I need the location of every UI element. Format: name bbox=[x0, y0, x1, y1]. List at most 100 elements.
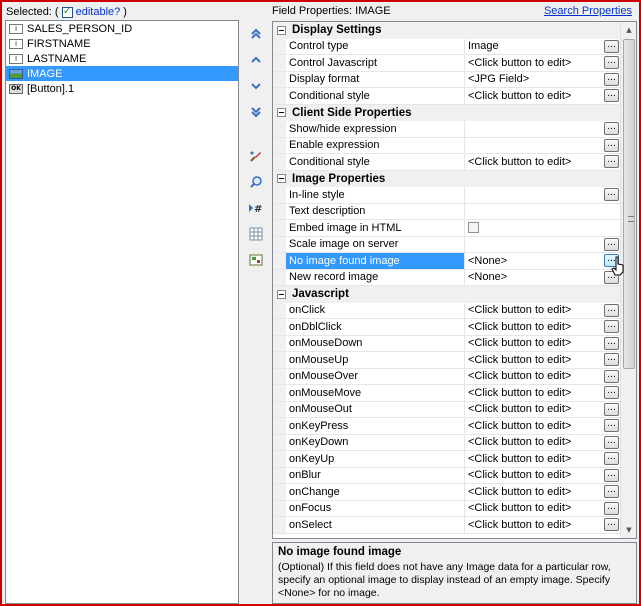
property-value[interactable]: <Click button to edit>... bbox=[465, 385, 621, 401]
property-name[interactable]: onKeyPress bbox=[286, 418, 465, 434]
property-name[interactable]: Control type bbox=[286, 38, 465, 54]
edit-ellipsis-button[interactable]: ... bbox=[604, 188, 619, 201]
property-value[interactable]: <Click button to edit>... bbox=[465, 352, 621, 368]
property-row-no-image-found-image[interactable]: No image found image <None>... bbox=[273, 253, 621, 270]
property-grid[interactable]: Display Settings Control type Image... Cont… bbox=[272, 21, 637, 539]
edit-ellipsis-button[interactable]: ... bbox=[604, 501, 619, 515]
property-value[interactable]: <Click button to edit>... bbox=[465, 435, 621, 451]
edit-ellipsis-button[interactable]: ... bbox=[604, 419, 619, 432]
edit-ellipsis-button[interactable]: ... bbox=[604, 155, 619, 168]
category-client-side-properties[interactable]: Client Side Properties bbox=[273, 104, 621, 121]
property-name[interactable]: onChange bbox=[286, 484, 465, 500]
property-row-onmouseover[interactable]: onMouseOver <Click button to edit>... bbox=[273, 368, 621, 385]
property-value[interactable]: <Click button to edit>... bbox=[465, 501, 621, 517]
grid-icon[interactable] bbox=[248, 226, 264, 242]
field-list[interactable]: I SALES_PERSON_ID I FIRSTNAME I LASTNAME… bbox=[5, 20, 239, 604]
collapse-toggle-icon[interactable] bbox=[277, 108, 286, 118]
editable-link[interactable]: editable? bbox=[76, 6, 121, 18]
property-value[interactable]: <JPG Field>... bbox=[465, 72, 621, 88]
property-row-display-format[interactable]: Display format <JPG Field>... bbox=[273, 71, 621, 88]
property-name[interactable]: onMouseUp bbox=[286, 352, 465, 368]
property-value[interactable]: <Click button to edit>... bbox=[465, 55, 621, 71]
edit-ellipsis-button[interactable]: ... bbox=[604, 435, 619, 449]
property-row-embed-image-in-html[interactable]: Embed image in HTML bbox=[273, 220, 621, 237]
property-value[interactable]: <None>... bbox=[465, 253, 621, 269]
property-name[interactable]: onBlur bbox=[286, 467, 465, 483]
property-value[interactable]: ... bbox=[465, 121, 621, 137]
property-row-new-record-image[interactable]: New record image <None>... bbox=[273, 269, 621, 286]
property-name[interactable]: onMouseDown bbox=[286, 335, 465, 351]
property-row-onmousemove[interactable]: onMouseMove <Click button to edit>... bbox=[273, 385, 621, 402]
edit-ellipsis-button[interactable]: ... bbox=[604, 353, 619, 366]
paint-brush-icon[interactable] bbox=[248, 148, 264, 164]
property-name[interactable]: Scale image on server bbox=[286, 236, 465, 252]
image-map-icon[interactable] bbox=[248, 252, 264, 268]
edit-ellipsis-button[interactable]: ... bbox=[604, 39, 619, 53]
field-item-image[interactable]: IMAGE bbox=[6, 66, 238, 81]
zoom-icon[interactable] bbox=[248, 174, 264, 190]
property-name[interactable]: onDblClick bbox=[286, 319, 465, 335]
property-name[interactable]: onClick bbox=[286, 302, 465, 318]
edit-ellipsis-button[interactable]: ... bbox=[604, 518, 619, 531]
editable-checkbox[interactable]: ✓ bbox=[61, 6, 73, 18]
property-name[interactable]: onMouseOver bbox=[286, 368, 465, 384]
property-row-conditional-style[interactable]: Conditional style <Click button to edit>.… bbox=[273, 154, 621, 171]
property-row-conditional-style[interactable]: Conditional style <Click button to edit>.… bbox=[273, 88, 621, 105]
property-value[interactable]: <Click button to edit>... bbox=[465, 154, 621, 170]
property-row-text-description[interactable]: Text description bbox=[273, 203, 621, 220]
property-value[interactable]: <Click button to edit>... bbox=[465, 88, 621, 104]
property-row-onfocus[interactable]: onFocus <Click button to edit>... bbox=[273, 500, 621, 517]
field-item-sales-person-id[interactable]: I SALES_PERSON_ID bbox=[6, 21, 238, 36]
property-name[interactable]: onKeyDown bbox=[286, 434, 465, 450]
property-row-onkeypress[interactable]: onKeyPress <Click button to edit>... bbox=[273, 418, 621, 435]
property-value[interactable]: <Click button to edit>... bbox=[465, 319, 621, 335]
property-name[interactable]: Conditional style bbox=[286, 154, 465, 170]
property-row-onkeyup[interactable]: onKeyUp <Click button to edit>... bbox=[273, 451, 621, 468]
move-to-top-icon[interactable] bbox=[248, 26, 264, 42]
move-to-bottom-icon[interactable] bbox=[248, 104, 264, 120]
property-row-in-line-style[interactable]: In-line style... bbox=[273, 187, 621, 204]
category-image-properties[interactable]: Image Properties bbox=[273, 170, 621, 187]
property-row-onmouseup[interactable]: onMouseUp <Click button to edit>... bbox=[273, 352, 621, 369]
scrollbar-thumb[interactable] bbox=[623, 39, 635, 369]
edit-ellipsis-button[interactable]: ... bbox=[604, 89, 619, 102]
property-value[interactable]: <Click button to edit>... bbox=[465, 484, 621, 500]
property-value[interactable]: <Click button to edit>... bbox=[465, 336, 621, 352]
property-value[interactable]: ... bbox=[465, 138, 621, 154]
property-value[interactable]: <None>... bbox=[465, 270, 621, 286]
edit-ellipsis-button[interactable]: ... bbox=[604, 237, 619, 251]
hash-icon[interactable]: # bbox=[248, 200, 264, 216]
property-name[interactable]: Display format bbox=[286, 71, 465, 87]
property-value[interactable]: <Click button to edit>... bbox=[465, 517, 621, 533]
category-javascript[interactable]: Javascript bbox=[273, 286, 621, 303]
edit-ellipsis-button[interactable]: ... bbox=[604, 56, 619, 69]
scroll-down-arrow-icon[interactable]: ▼ bbox=[621, 522, 636, 538]
property-row-onchange[interactable]: onChange <Click button to edit>... bbox=[273, 484, 621, 501]
property-name[interactable]: Conditional style bbox=[286, 88, 465, 104]
field-item-firstname[interactable]: I FIRSTNAME bbox=[6, 36, 238, 51]
field-item-button[interactable]: OK [Button].1 bbox=[6, 81, 238, 96]
edit-ellipsis-button[interactable]: ... bbox=[604, 468, 619, 482]
property-value[interactable]: <Click button to edit>... bbox=[465, 402, 621, 418]
property-name[interactable]: In-line style bbox=[286, 187, 465, 203]
property-row-onclick[interactable]: onClick <Click button to edit>... bbox=[273, 302, 621, 319]
edit-ellipsis-button[interactable]: ... bbox=[604, 452, 619, 465]
property-value[interactable]: <Click button to edit>... bbox=[465, 418, 621, 434]
collapse-toggle-icon[interactable] bbox=[277, 289, 286, 299]
property-name[interactable]: Embed image in HTML bbox=[286, 220, 465, 236]
edit-ellipsis-button[interactable]: ... bbox=[604, 303, 619, 317]
property-row-control-javascript[interactable]: Control Javascript <Click button to edit>… bbox=[273, 55, 621, 72]
property-value[interactable]: <Click button to edit>... bbox=[465, 468, 621, 484]
property-row-onmouseout[interactable]: onMouseOut <Click button to edit>... bbox=[273, 401, 621, 418]
scroll-up-arrow-icon[interactable]: ▲ bbox=[621, 22, 636, 38]
vertical-scrollbar[interactable]: ▲ ▼ bbox=[620, 22, 636, 538]
property-name[interactable]: onSelect bbox=[286, 517, 465, 533]
move-up-icon[interactable] bbox=[248, 52, 264, 68]
property-value[interactable] bbox=[465, 204, 621, 220]
property-value[interactable]: <Click button to edit>... bbox=[465, 303, 621, 319]
move-down-icon[interactable] bbox=[248, 78, 264, 94]
property-value[interactable]: <Click button to edit>... bbox=[465, 451, 621, 467]
edit-ellipsis-button[interactable]: ... bbox=[604, 336, 619, 350]
edit-ellipsis-button[interactable]: ... bbox=[604, 369, 619, 383]
edit-ellipsis-button[interactable]: ... bbox=[604, 386, 619, 399]
